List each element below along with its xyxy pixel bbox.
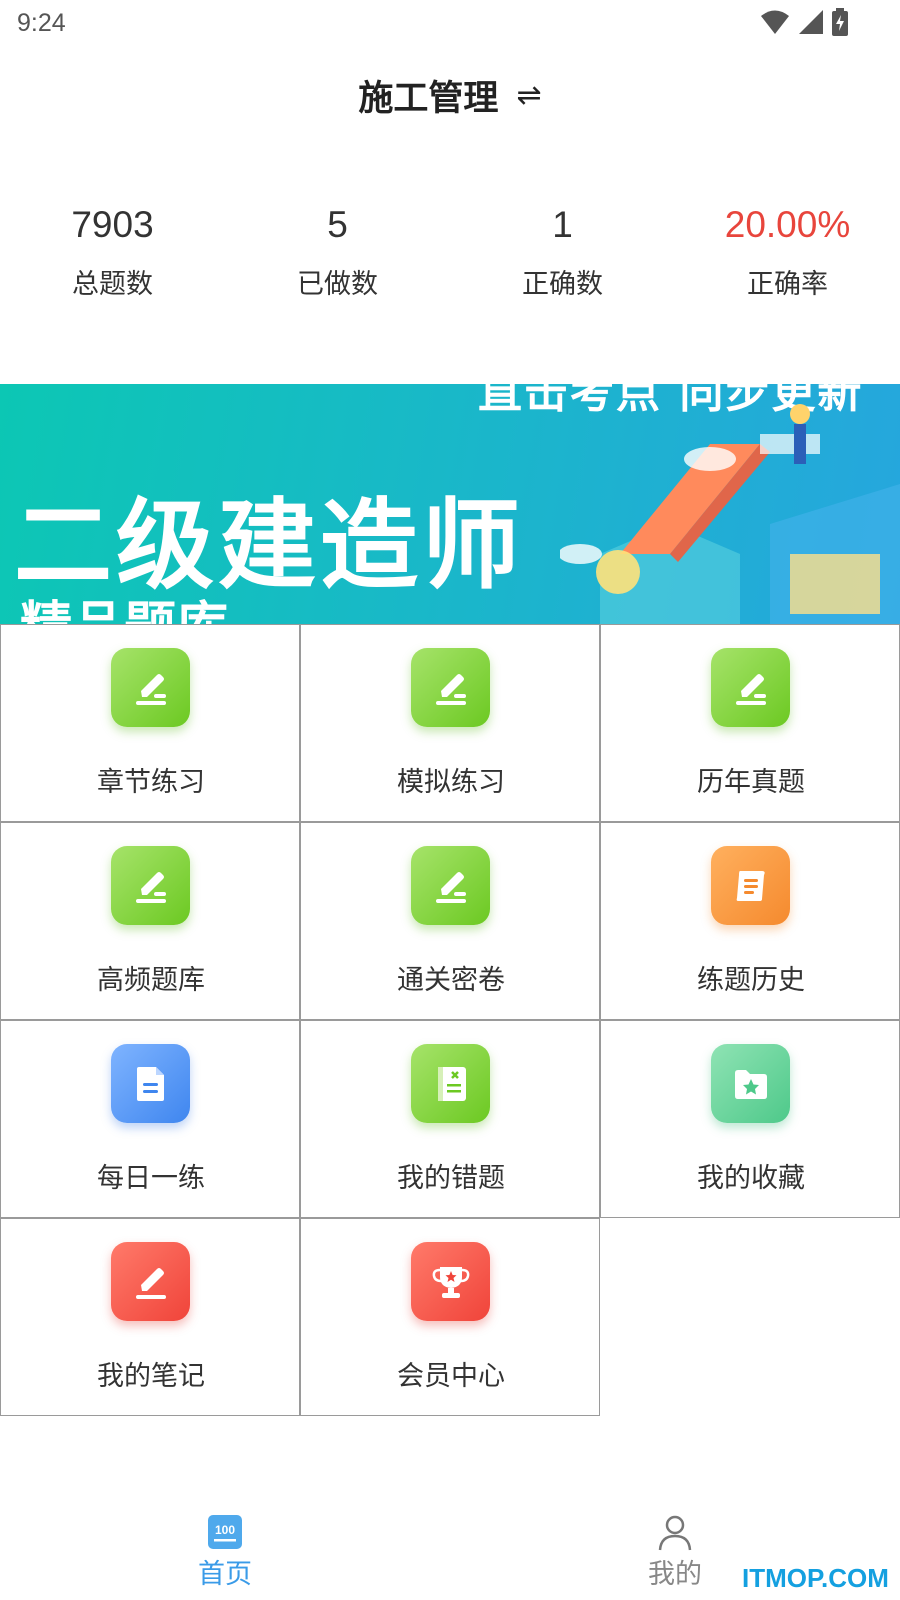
tab-label: 我的: [648, 1559, 702, 1590]
pencil-icon: [411, 648, 490, 727]
stat-value: 20.00%: [724, 204, 851, 245]
pencil-icon: [111, 648, 190, 727]
stat-label: 正确率: [747, 269, 828, 300]
banner-subtitle2: 精品题库: [20, 584, 228, 624]
wifi-icon: [761, 10, 789, 34]
stat-label: 已做数: [297, 269, 378, 300]
pencil-icon: [711, 648, 790, 727]
watermark: ITMOP.COM: [742, 1563, 889, 1593]
grid-item-label: 我的收藏: [697, 1163, 805, 1194]
pencil-icon: [111, 1242, 190, 1321]
stat-value: 7903: [71, 204, 154, 245]
grid-item-label: 会员中心: [397, 1361, 505, 1392]
pencil-icon: [411, 846, 490, 925]
grid-item-my-notes[interactable]: 我的笔记: [0, 1218, 300, 1416]
grid-item-high-frequency[interactable]: 高频题库: [0, 822, 300, 1020]
home-100-icon: 100: [208, 1515, 242, 1549]
grid-item-practice-history[interactable]: 练题历史: [600, 822, 900, 1020]
grid-item-past-exams[interactable]: 历年真题: [600, 624, 900, 822]
grid-item-label: 每日一练: [97, 1163, 205, 1194]
header: 施工管理 ⇌: [0, 60, 900, 130]
stat-total: 7903 总题数: [0, 200, 225, 301]
page-title[interactable]: 施工管理: [358, 70, 498, 121]
switch-icon[interactable]: ⇌: [516, 78, 541, 113]
tab-label: 首页: [198, 1559, 252, 1590]
grid-item-label: 章节练习: [97, 767, 205, 798]
grid-item-label: 我的错题: [397, 1163, 505, 1194]
grid-item-chapter-practice[interactable]: 章节练习: [0, 624, 300, 822]
grid-item-member-center[interactable]: 会员中心: [300, 1218, 600, 1416]
stat-correct: 1 正确数: [450, 200, 675, 301]
grid-item-label: 练题历史: [697, 965, 805, 996]
grid-item-secret-papers[interactable]: 通关密卷: [300, 822, 600, 1020]
stat-label: 正确数: [522, 269, 603, 300]
status-bar: 9:24: [0, 0, 900, 48]
person-icon: [658, 1515, 692, 1551]
grid-item-daily-practice[interactable]: 每日一练: [0, 1020, 300, 1218]
svg-text:100: 100: [215, 1523, 235, 1537]
grid-item-my-favorites[interactable]: 我的收藏: [600, 1020, 900, 1218]
tab-home[interactable]: 100 首页: [145, 1500, 305, 1600]
grid-item-label: 通关密卷: [397, 965, 505, 996]
grid-item-label: 历年真题: [697, 767, 805, 798]
document-icon: [111, 1044, 190, 1123]
grid-item-mock-practice[interactable]: 模拟练习: [300, 624, 600, 822]
stat-done: 5 已做数: [225, 200, 450, 301]
star-folder-icon: [711, 1044, 790, 1123]
grid-item-my-mistakes[interactable]: 我的错题: [300, 1020, 600, 1218]
signal-icon: [799, 10, 823, 34]
stat-accuracy: 20.00% 正确率: [675, 200, 900, 301]
grid-item-label: 我的笔记: [97, 1361, 205, 1392]
stat-value: 1: [552, 204, 573, 245]
scroll-icon: [711, 846, 790, 925]
grid-item-label: 高频题库: [97, 965, 205, 996]
tab-mine[interactable]: 我的: [595, 1500, 755, 1600]
grid-item-label: 模拟练习: [397, 767, 505, 798]
stats-row: 7903 总题数 5 已做数 1 正确数 20.00% 正确率: [0, 200, 900, 301]
banner-illustration: [560, 404, 900, 624]
status-icons: [760, 8, 848, 36]
status-time: 9:24: [17, 9, 66, 37]
trophy-icon: [411, 1242, 490, 1321]
battery-icon: [832, 8, 848, 36]
banner[interactable]: 直击考点 同步更新 二级建造师 精品题库: [0, 384, 900, 624]
stat-label: 总题数: [72, 269, 153, 300]
pencil-icon: [111, 846, 190, 925]
notebook-icon: [411, 1044, 490, 1123]
stat-value: 5: [327, 204, 348, 245]
